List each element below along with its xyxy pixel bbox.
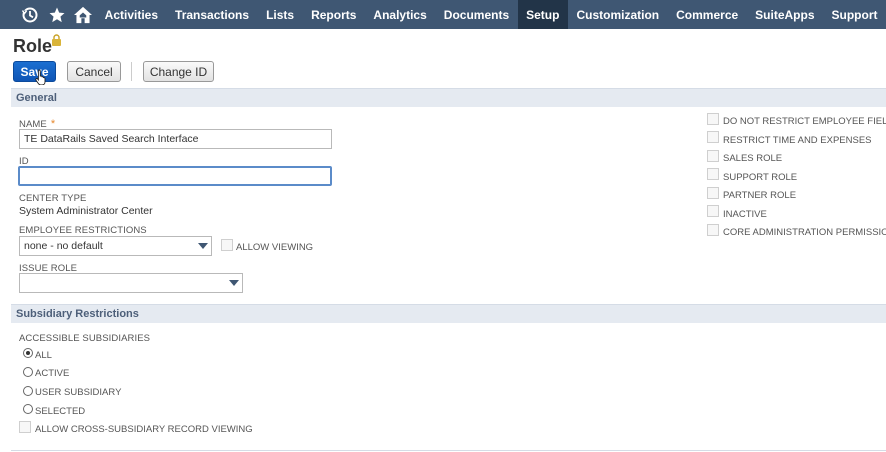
nav-commerce[interactable]: Commerce xyxy=(668,0,747,29)
inactive-label: INACTIVE xyxy=(723,209,767,220)
checkbox-restrict-time-and-expenses[interactable] xyxy=(707,131,719,143)
core-administration-permissions-label: CORE ADMINISTRATION PERMISSIONS xyxy=(723,227,886,238)
employee-restrictions-value: none - no default xyxy=(24,240,103,252)
chevron-down-icon xyxy=(198,243,208,249)
restrict-time-and-expenses-label: RESTRICT TIME AND EXPENSES xyxy=(723,135,872,146)
radio-all[interactable] xyxy=(23,348,33,358)
bottom-divider xyxy=(11,450,886,451)
checkbox-support-role[interactable] xyxy=(707,168,719,180)
star-icon[interactable] xyxy=(43,0,69,29)
top-nav: Activities Transactions Lists Reports An… xyxy=(0,0,886,29)
nav-setup[interactable]: Setup xyxy=(517,0,568,29)
nav-support[interactable]: Support xyxy=(823,0,886,29)
nav-reports[interactable]: Reports xyxy=(303,0,365,29)
employee-restrictions-label: EMPLOYEE RESTRICTIONS xyxy=(19,225,147,236)
button-divider xyxy=(131,62,132,81)
accessible-subsidiaries-label: ACCESSIBLE SUBSIDIARIES xyxy=(19,333,151,344)
radio-user-subsidiary[interactable] xyxy=(23,386,33,396)
center-type-label: CENTER TYPE xyxy=(19,193,87,204)
support-role-label: SUPPORT ROLE xyxy=(723,172,798,183)
nav-activities[interactable]: Activities xyxy=(96,0,166,29)
checkbox-partner-role[interactable] xyxy=(707,187,719,199)
radio-all-label: ALL xyxy=(35,350,52,361)
allow-cross-subsidiary-label: ALLOW CROSS-SUBSIDIARY RECORD VIEWING xyxy=(35,424,253,435)
chevron-down-icon xyxy=(229,280,239,286)
cancel-button[interactable]: Cancel xyxy=(67,61,121,82)
partner-role-label: PARTNER ROLE xyxy=(723,190,797,201)
checkbox-do-not-restrict-employee-fields[interactable] xyxy=(707,113,719,125)
mouse-pointer-icon xyxy=(35,69,46,85)
checkbox-core-administration-permissions[interactable] xyxy=(707,224,719,236)
center-type-value: System Administrator Center xyxy=(19,205,153,217)
radio-selected[interactable] xyxy=(23,404,33,414)
subsidiary-section-title: Subsidiary Restrictions xyxy=(16,308,139,320)
sales-role-label: SALES ROLE xyxy=(723,153,783,164)
allow-viewing-checkbox[interactable] xyxy=(221,239,233,251)
allow-viewing-label: ALLOW VIEWING xyxy=(236,242,314,253)
general-section-title: General xyxy=(16,92,57,104)
home-icon[interactable] xyxy=(70,0,96,29)
subsidiary-section-header[interactable]: Subsidiary Restrictions xyxy=(11,304,886,323)
nav-analytics[interactable]: Analytics xyxy=(365,0,435,29)
recent-records-icon[interactable] xyxy=(17,0,43,29)
general-section-header[interactable]: General xyxy=(11,88,886,107)
checkbox-sales-role[interactable] xyxy=(707,150,719,162)
radio-user-subsidiary-label: USER SUBSIDIARY xyxy=(35,387,122,398)
nav-customization[interactable]: Customization xyxy=(568,0,668,29)
nav-lists[interactable]: Lists xyxy=(258,0,303,29)
radio-active[interactable] xyxy=(23,367,33,377)
nav-suiteapps[interactable]: SuiteApps xyxy=(747,0,823,29)
radio-active-label: ACTIVE xyxy=(35,368,70,379)
allow-cross-subsidiary-checkbox[interactable] xyxy=(19,421,31,433)
nav-documents[interactable]: Documents xyxy=(435,0,517,29)
issue-role-select[interactable] xyxy=(19,273,243,293)
lock-icon xyxy=(52,34,61,46)
name-input[interactable]: TE DataRails Saved Search Interface xyxy=(19,129,332,149)
do-not-restrict-employee-fields-label: DO NOT RESTRICT EMPLOYEE FIELDS xyxy=(723,116,886,127)
id-input[interactable] xyxy=(18,166,332,186)
nav-transactions[interactable]: Transactions xyxy=(167,0,258,29)
radio-selected-label: SELECTED xyxy=(35,406,86,417)
checkbox-inactive[interactable] xyxy=(707,205,719,217)
change-id-button[interactable]: Change ID xyxy=(143,61,214,82)
employee-restrictions-select[interactable]: none - no default xyxy=(19,236,212,256)
page-title: Role xyxy=(13,36,53,56)
